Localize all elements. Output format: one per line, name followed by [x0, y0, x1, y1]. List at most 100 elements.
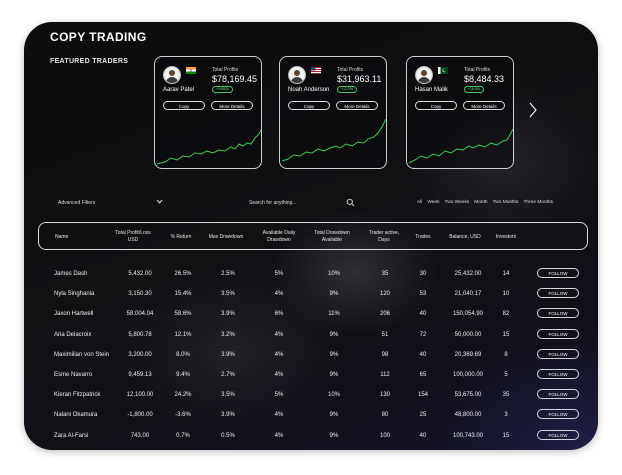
- period-tab-three-months[interactable]: Three Months: [523, 200, 553, 205]
- balance-cell: 20,369.69: [454, 351, 482, 358]
- active-days-cell: 80: [381, 412, 389, 419]
- return-cell: 9.4%: [176, 372, 190, 378]
- max-drawdown-cell: 2.5%: [221, 271, 235, 277]
- period-tab-two-weeks[interactable]: Two Weeks: [445, 200, 470, 205]
- active-days-cell: 130: [379, 392, 390, 399]
- profit-loss-cell: -1,800.00: [127, 412, 153, 419]
- profit-loss-cell: 9,459.13: [128, 372, 152, 378]
- pakistan-flag-icon: [438, 67, 448, 74]
- period-tab-two-months[interactable]: Two Months: [493, 200, 519, 205]
- balance-cell: 48,800.00: [454, 412, 482, 419]
- advanced-filters-dropdown[interactable]: Advanced Filters: [58, 200, 95, 206]
- trades-cell: 40: [419, 351, 427, 358]
- trades-cell: 53: [419, 291, 427, 298]
- total-drawdown-cell: 9%: [329, 351, 339, 358]
- balance-cell: 50,000.00: [454, 331, 482, 338]
- header-balance: Balance, USD: [449, 234, 481, 240]
- investors-cell: 15: [502, 432, 510, 439]
- daily-drawdown-cell: 4%: [274, 331, 284, 338]
- total-drawdown-cell: 9%: [329, 432, 339, 439]
- return-cell: 0.7%: [176, 432, 190, 439]
- daily-drawdown-cell: 4%: [274, 351, 284, 358]
- copy-trading-screen: COPY TRADING FEATURED TRADERS Aarav Pate…: [24, 22, 598, 450]
- copy-button[interactable]: Copy: [163, 101, 205, 110]
- table-row: Nalani Okamura -1,800.00 -3.6% 3.9% 4% 9% 80 25…: [24, 406, 598, 426]
- table-row: Maximilian von Stein 3,200.00 8.0% 3.9% 4% 9%…: [24, 346, 598, 366]
- period-tabs: All Week Two Weeks Month Two Months Thre…: [417, 200, 558, 205]
- investors-cell: 15: [502, 331, 510, 338]
- investors-cell: 8: [504, 351, 508, 358]
- follow-button[interactable]: FOLLOW: [537, 288, 579, 299]
- chevron-right-icon[interactable]: [529, 102, 537, 118]
- follow-button[interactable]: FOLLOW: [537, 328, 579, 339]
- period-tab-all[interactable]: All: [417, 200, 422, 205]
- page-title: COPY TRADING: [50, 30, 147, 44]
- profit-sparkline: [156, 129, 262, 165]
- total-profits-value: $8,484.33: [464, 74, 505, 84]
- more-details-button[interactable]: More Details: [336, 101, 378, 110]
- follow-button[interactable]: FOLLOW: [537, 308, 579, 319]
- profit-badge: +12.0%: [337, 86, 357, 93]
- header-available-daily-drawdown: Available Daily Drawdown: [262, 230, 296, 243]
- total-drawdown-cell: 10%: [327, 271, 340, 277]
- follow-button[interactable]: FOLLOW: [537, 348, 579, 359]
- return-cell: 24.2%: [174, 392, 192, 399]
- investors-cell: 14: [502, 271, 510, 277]
- return-cell: 12.1%: [174, 331, 192, 338]
- profit-loss-cell: 5,432.00: [128, 271, 152, 277]
- follow-button[interactable]: FOLLOW: [537, 409, 579, 420]
- investors-cell: 35: [502, 392, 510, 399]
- featured-trader-card: Hasan Malik Total Profits $8,484.33 +18.…: [406, 56, 514, 169]
- copy-button[interactable]: Copy: [288, 101, 330, 110]
- header-total-profit-loss: Total Profit/Loss USD: [115, 230, 151, 243]
- trades-cell: 25: [419, 412, 427, 419]
- header-investors: Investors: [495, 234, 517, 240]
- table-row: Nyla Singhania 3,150.30 15.4% 3.5% 4% 9% 120 53…: [24, 285, 598, 305]
- more-details-button[interactable]: More Details: [463, 101, 505, 110]
- follow-button[interactable]: FOLLOW: [537, 389, 579, 400]
- investors-cell: 3: [504, 412, 508, 419]
- profit-loss-cell: 12,100.00: [126, 392, 154, 399]
- table-header: Name Total Profit/Loss USD % Return Max …: [38, 222, 588, 250]
- avatar: [415, 66, 433, 84]
- profit-loss-cell: 3,200.00: [128, 351, 152, 358]
- trader-name: Aarav Patel: [163, 87, 195, 93]
- search-input[interactable]: Search for anything...: [249, 200, 297, 206]
- table-row: Aria Delacroix 5,800.78 12.1% 3.2% 4% 9% 51 72 5…: [24, 326, 598, 346]
- max-drawdown-cell: 3.9%: [221, 311, 235, 318]
- follow-button[interactable]: FOLLOW: [537, 369, 579, 379]
- profit-loss-cell: 3,150.30: [128, 291, 152, 298]
- daily-drawdown-cell: 4%: [274, 432, 284, 439]
- max-drawdown-cell: 2.7%: [221, 372, 235, 378]
- search-icon[interactable]: [346, 198, 355, 207]
- period-tab-week[interactable]: Week: [427, 200, 439, 205]
- active-days-cell: 51: [381, 331, 389, 338]
- follow-button[interactable]: FOLLOW: [537, 429, 579, 440]
- daily-drawdown-cell: 4%: [274, 372, 284, 378]
- trades-cell: 154: [417, 392, 428, 399]
- table-row: James Dash 5,432.00 26.5% 2.5% 5% 10% 35 30 25,4…: [24, 265, 598, 285]
- profit-loss-cell: 58,004.04: [126, 311, 154, 318]
- total-drawdown-cell: 9%: [329, 412, 339, 419]
- chevron-down-icon[interactable]: [156, 199, 163, 204]
- copy-button[interactable]: Copy: [415, 101, 457, 110]
- total-profits-value: $31,963.11: [337, 74, 382, 84]
- profit-sparkline: [281, 118, 387, 162]
- usa-flag-icon: [311, 67, 321, 74]
- total-profits-label: Total Profits: [464, 67, 491, 73]
- profit-badge: +1986%: [212, 86, 233, 93]
- max-drawdown-cell: 3.5%: [221, 392, 235, 399]
- header-total-drawdown-available: Total Drawdown Available: [314, 230, 350, 243]
- total-profits-label: Total Profits: [337, 67, 364, 73]
- follow-button[interactable]: FOLLOW: [537, 268, 579, 278]
- return-cell: 15.4%: [174, 291, 192, 298]
- active-days-cell: 206: [379, 311, 390, 318]
- more-details-button[interactable]: More Details: [211, 101, 253, 110]
- total-drawdown-cell: 11%: [328, 311, 340, 318]
- trades-cell: 65: [419, 372, 427, 378]
- featured-traders-heading: FEATURED TRADERS: [50, 58, 129, 65]
- period-tab-month[interactable]: Month: [474, 200, 487, 205]
- max-drawdown-cell: 3.5%: [221, 291, 235, 298]
- header-trades: Trades: [415, 234, 431, 240]
- trades-cell: 30: [419, 271, 427, 277]
